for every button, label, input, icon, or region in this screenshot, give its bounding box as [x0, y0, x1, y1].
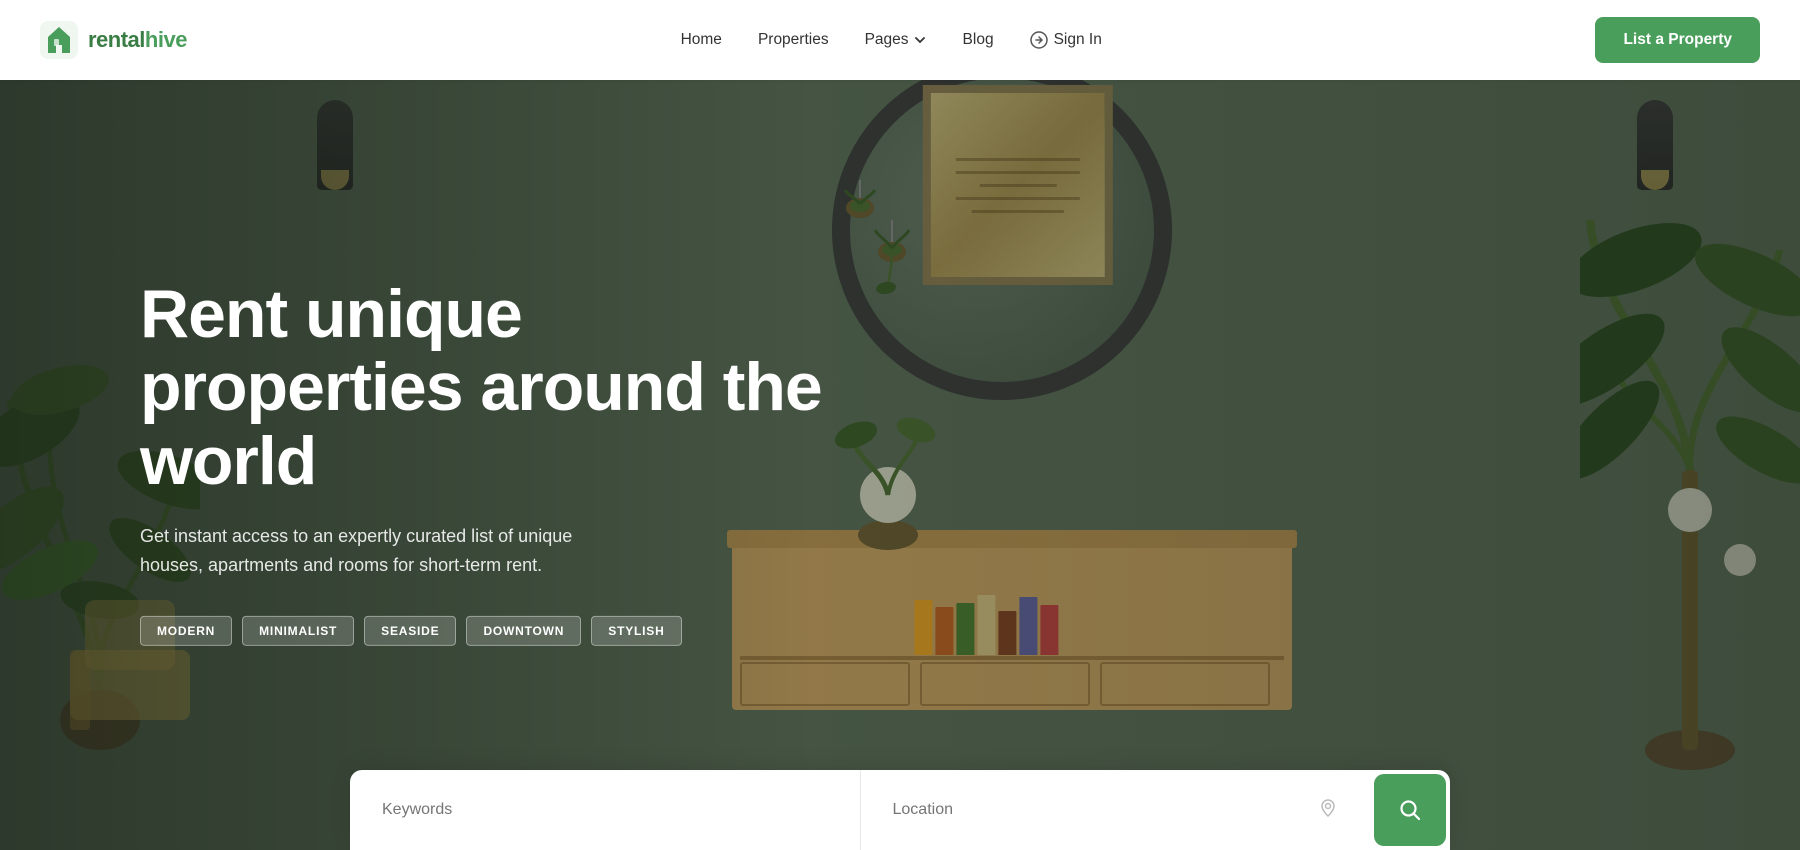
nav-links: Home Properties Pages Blog Sign In [681, 31, 1102, 49]
hero-subtitle: Get instant access to an expertly curate… [140, 522, 640, 580]
list-property-button[interactable]: List a Property [1595, 17, 1760, 63]
search-icon [1399, 799, 1421, 821]
chevron-down-icon [913, 33, 927, 47]
hero-tag-modern[interactable]: MODERN [140, 616, 232, 646]
nav-home[interactable]: Home [681, 31, 722, 48]
hero-tag-seaside[interactable]: SEASIDE [364, 616, 456, 646]
logo[interactable]: rentalhive [40, 21, 187, 59]
signin-icon [1030, 31, 1048, 49]
nav-blog[interactable]: Blog [963, 31, 994, 48]
hero-tags: MODERN MINIMALIST SEASIDE DOWNTOWN STYLISH [140, 616, 860, 646]
nav-properties[interactable]: Properties [758, 31, 829, 48]
navbar: rentalhive Home Properties Pages Blog Si… [0, 0, 1800, 80]
hero-content: Rent unique properties around the world … [140, 278, 860, 646]
hero-title: Rent unique properties around the world [140, 278, 860, 498]
search-button[interactable] [1374, 774, 1446, 846]
location-field-wrap [861, 770, 1371, 850]
logo-icon [40, 21, 78, 59]
nav-signin[interactable]: Sign In [1030, 31, 1102, 49]
nav-pages[interactable]: Pages [865, 31, 927, 49]
keywords-field-wrap [350, 770, 861, 850]
hero-section: Rent unique properties around the world … [0, 0, 1800, 850]
location-icon [1318, 798, 1338, 818]
search-bar [350, 770, 1450, 850]
keywords-input[interactable] [382, 801, 828, 819]
location-input[interactable] [893, 801, 1307, 819]
hero-tag-stylish[interactable]: STYLISH [591, 616, 681, 646]
logo-text: rentalhive [88, 27, 187, 53]
location-icon-wrap [1318, 798, 1338, 823]
hero-tag-downtown[interactable]: DOWNTOWN [466, 616, 581, 646]
hero-tag-minimalist[interactable]: MINIMALIST [242, 616, 354, 646]
